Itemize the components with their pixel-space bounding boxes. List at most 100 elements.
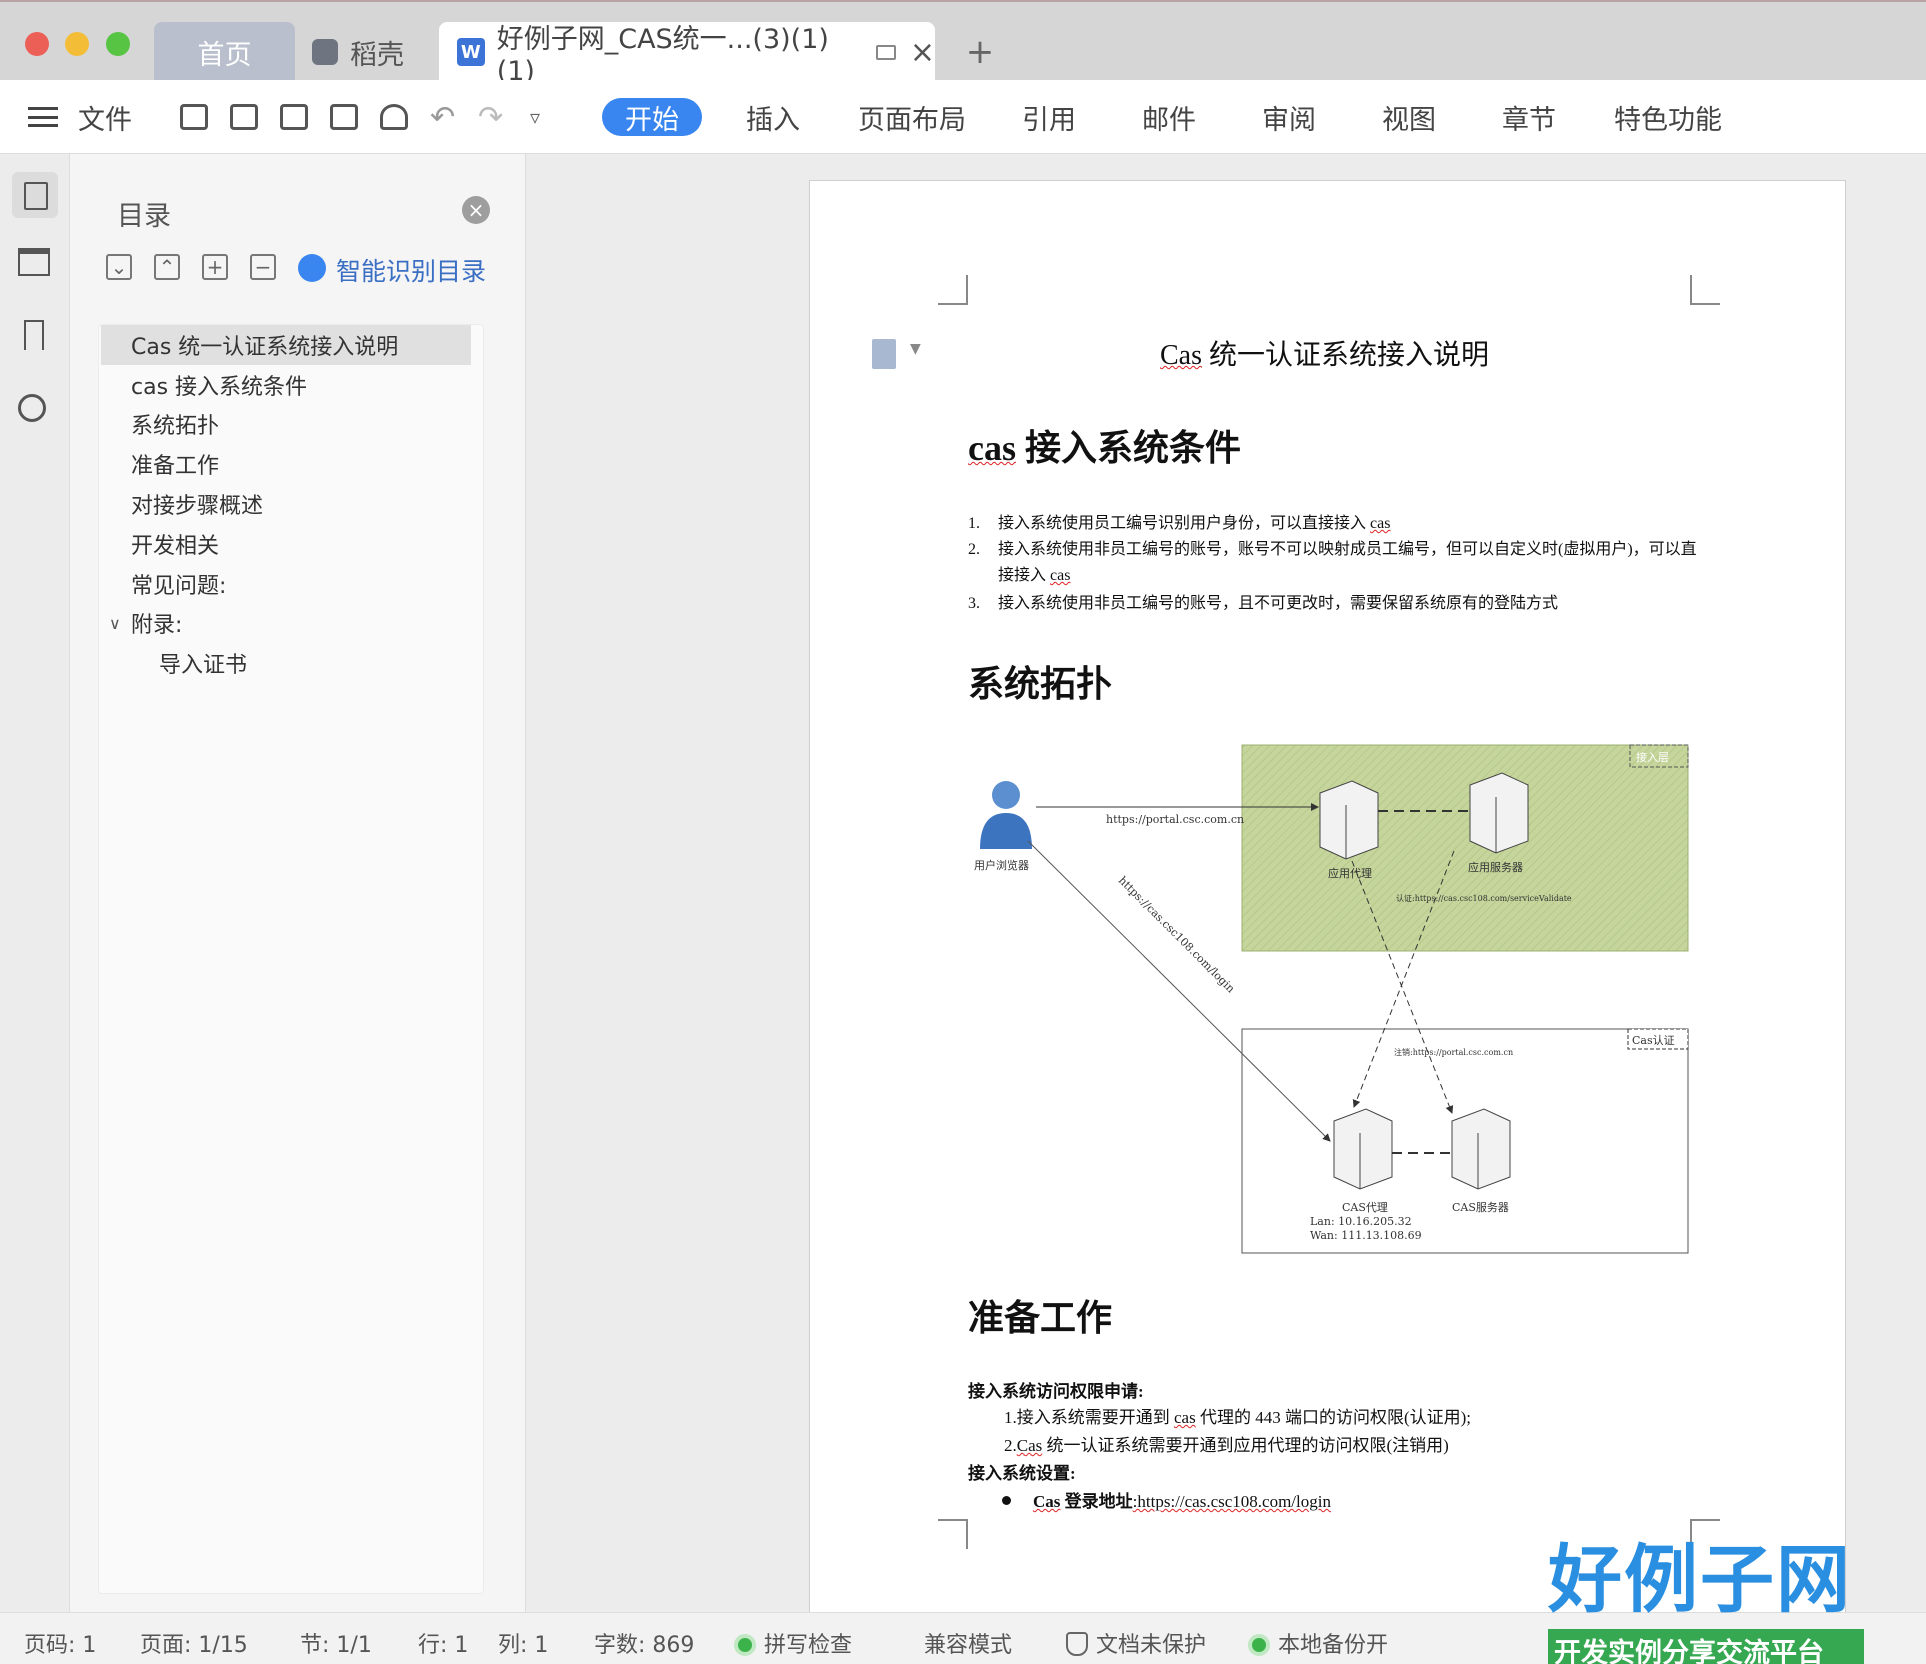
backup-label: 本地备份开 — [1278, 1633, 1389, 1658]
margin-mark — [1690, 275, 1720, 305]
list-text: 接入系统使用员工编号识别用户身份，可以直接接入 — [998, 515, 1371, 532]
window-minimize-button[interactable] — [65, 32, 89, 56]
text-span: 代理的 443 端口的访问权限(认证用); — [1195, 1408, 1472, 1427]
toc-item-label: 常见问题: — [131, 574, 227, 599]
document-canvas[interactable]: ▼ Cas 统一认证系统接入说明 cas 接入系统条件 1. 接入系统使用员工编… — [527, 154, 1926, 1620]
heading-conditions: cas 接入系统条件 — [968, 419, 1241, 471]
ribbon-tab-label: 插入 — [746, 104, 800, 136]
export-pdf-icon[interactable] — [280, 104, 308, 130]
access-layer-zone — [1241, 744, 1689, 952]
ribbon-tab-start[interactable]: 开始 — [602, 98, 702, 136]
open-folder-icon[interactable] — [180, 104, 208, 130]
ribbon-tab-features[interactable]: 特色功能 — [1614, 80, 1722, 154]
settings-title: 接入系统设置: — [968, 1464, 1076, 1483]
save-icon[interactable] — [230, 104, 258, 130]
close-tab-icon[interactable]: × — [910, 35, 935, 70]
browser-label: 用户浏览器 — [974, 858, 1029, 872]
bullet-icon — [1002, 1496, 1011, 1505]
heading-prefix: cas — [968, 428, 1016, 468]
ribbon-tab-references[interactable]: 引用 — [1022, 80, 1076, 154]
toc-item-label: 准备工作 — [131, 454, 220, 479]
toc-item-label: 系统拓扑 — [131, 414, 220, 439]
user-icon — [980, 781, 1032, 849]
new-tab-button[interactable]: + — [960, 22, 1000, 82]
print-preview-icon[interactable] — [380, 104, 408, 130]
toc-title: 目录 — [117, 201, 171, 232]
document-page[interactable]: ▼ Cas 统一认证系统接入说明 cas 接入系统条件 1. 接入系统使用员工编… — [809, 180, 1846, 1620]
toc-item[interactable]: 准备工作 — [101, 444, 471, 484]
tab-document[interactable]: W 好例子网_CAS统一...(3)(1) (1) × — [439, 22, 935, 87]
cas-zone-label: Cas认证 — [1632, 1034, 1675, 1047]
status-page: 页码: 1 — [24, 1633, 97, 1658]
status-section: 节: 1/1 — [300, 1633, 372, 1658]
toc-icon[interactable] — [12, 172, 58, 218]
search-icon[interactable] — [18, 394, 46, 422]
paragraph-tool-icon[interactable] — [872, 339, 896, 369]
ribbon-tab-label: 开始 — [625, 104, 679, 136]
text-span: 统一认证系统需要开通到应用代理的访问权限(注销用) — [1042, 1436, 1449, 1455]
bookmark-icon[interactable] — [24, 320, 44, 350]
toc-item[interactable]: ∨ 附录: — [101, 603, 471, 643]
ribbon-tab-mailings[interactable]: 邮件 — [1142, 80, 1196, 154]
toc-item[interactable]: Cas 统一认证系统接入说明 — [101, 325, 471, 365]
status-words[interactable]: 字数: 869 — [594, 1627, 694, 1659]
undo-icon[interactable]: ↶ — [430, 80, 455, 154]
docer-icon — [312, 39, 338, 65]
remove-level-icon[interactable]: − — [250, 254, 276, 280]
margin-mark — [938, 1519, 968, 1549]
expand-all-icon[interactable]: ⌄ — [106, 254, 132, 280]
list-item: 2. 接入系统使用非员工编号的账号，账号不可以映射成员工编号，但可以自定义时(虚… — [968, 537, 1698, 591]
file-menu[interactable]: 文件 — [78, 80, 132, 154]
toc-item[interactable]: cas 接入系统条件 — [101, 365, 471, 405]
list-item: 1. 接入系统使用员工编号识别用户身份，可以直接接入 cas — [968, 511, 1698, 537]
list-number: 1. — [968, 515, 980, 532]
list-number: 2. — [968, 541, 980, 558]
toc-item-label: 导入证书 — [159, 653, 248, 678]
chevron-down-icon[interactable]: ∨ — [109, 614, 121, 633]
ribbon-tab-page-layout[interactable]: 页面布局 — [858, 80, 966, 154]
redo-icon[interactable]: ↷ — [478, 80, 503, 154]
toc-item[interactable]: 常见问题: — [101, 564, 471, 604]
toc-item[interactable]: 开发相关 — [101, 524, 471, 564]
ribbon-tab-insert[interactable]: 插入 — [746, 80, 800, 154]
list-item: 3. 接入系统使用非员工编号的账号，且不可更改时，需要保留系统原有的登陆方式 — [968, 591, 1698, 617]
login-url-link[interactable]: :https://cas.csc108.com/login — [1133, 1492, 1331, 1511]
status-pages[interactable]: 页面: 1/15 — [140, 1627, 248, 1659]
spell-check-button[interactable]: 拼写检查 — [734, 1627, 852, 1659]
ribbon-toolbar: 文件 ↶ ↷ ▿ 开始 插入 页面布局 引用 邮件 审阅 视图 章节 特色功能 — [0, 80, 1926, 154]
toc-item[interactable]: 导入证书 — [101, 643, 471, 683]
protect-button[interactable]: 文档未保护 — [1066, 1627, 1206, 1659]
window-maximize-button[interactable] — [106, 32, 130, 56]
heading-rest: 接入系统条件 — [1016, 428, 1242, 468]
ribbon-tab-review[interactable]: 审阅 — [1262, 80, 1316, 154]
navigation-icon[interactable] — [18, 248, 50, 276]
text-span: 2. — [1004, 1436, 1017, 1455]
list-text-tail: cas — [1370, 515, 1391, 532]
collapse-all-icon[interactable]: ⌃ — [154, 254, 180, 280]
tab-docer[interactable]: 稻壳 — [312, 22, 442, 82]
chevron-down-icon[interactable]: ▼ — [910, 341, 921, 357]
ribbon-tab-view[interactable]: 视图 — [1382, 80, 1436, 154]
text-span: Cas — [1033, 1492, 1061, 1511]
smart-toc-button[interactable]: 智能识别目录 — [336, 252, 486, 288]
text-span: cas — [1174, 1408, 1196, 1427]
smart-toc-icon[interactable] — [298, 254, 326, 282]
customize-toolbar-icon[interactable]: ▿ — [530, 80, 540, 154]
ribbon-tab-label: 邮件 — [1142, 104, 1196, 136]
portal-url-label: https://portal.csc.com.cn — [1106, 813, 1244, 826]
tab-home[interactable]: 首页 — [154, 22, 295, 82]
close-icon[interactable]: × — [462, 196, 490, 224]
backup-button[interactable]: 本地备份开 — [1248, 1627, 1388, 1659]
toc-list: Cas 统一认证系统接入说明 cas 接入系统条件 系统拓扑 准备工作 对接步骤… — [98, 324, 484, 1594]
status-compat: 兼容模式 — [924, 1633, 1013, 1658]
watermark-logo: 好例子网 开发实例分享交流平台 — [1548, 1520, 1864, 1664]
text-span: Cas — [1016, 1436, 1043, 1455]
toc-item[interactable]: 系统拓扑 — [101, 404, 471, 444]
window-close-button[interactable] — [25, 32, 49, 56]
print-icon[interactable] — [330, 104, 358, 130]
menu-icon[interactable] — [28, 80, 58, 154]
toc-item[interactable]: 对接步骤概述 — [101, 484, 471, 524]
ribbon-tab-chapter[interactable]: 章节 — [1502, 80, 1556, 154]
writer-doc-icon: W — [457, 38, 485, 66]
add-level-icon[interactable]: + — [202, 254, 228, 280]
